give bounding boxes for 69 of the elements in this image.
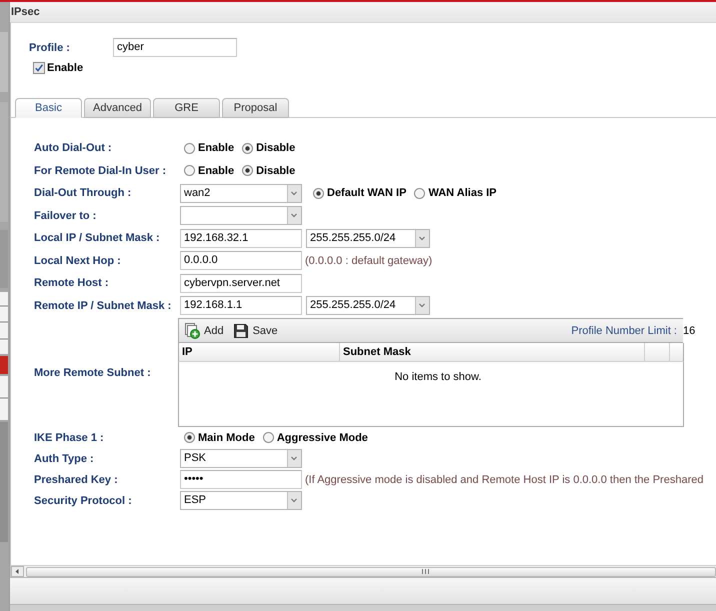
radio-button[interactable] — [184, 165, 195, 176]
horizontal-scrollbar[interactable] — [10, 565, 716, 577]
radio-button[interactable] — [184, 432, 195, 443]
field-label: IKE Phase 1 : — [34, 432, 105, 444]
limit-label: Profile Number Limit : — [571, 324, 677, 336]
caret-icon[interactable] — [287, 207, 301, 224]
tab[interactable]: Advanced — [84, 98, 151, 118]
radio-button[interactable] — [242, 142, 254, 154]
caret-icon[interactable] — [287, 450, 301, 467]
add-button[interactable]: Add — [184, 320, 224, 340]
radio-label[interactable]: Enable — [198, 142, 234, 154]
caret-icon[interactable] — [287, 184, 301, 202]
field-label: Remote IP / Subnet Mask : — [34, 300, 172, 312]
window-title: IPsec — [11, 6, 40, 18]
dropdown[interactable]: wan2 — [180, 184, 302, 203]
dropdown[interactable]: 255.255.255.0/24 — [306, 228, 430, 248]
radio-label[interactable]: Enable — [198, 164, 234, 177]
save-button[interactable]: Save — [232, 320, 278, 340]
dropdown[interactable] — [180, 206, 302, 226]
radio-label[interactable]: Aggressive Mode — [276, 432, 368, 444]
radio-label[interactable]: Disable — [256, 164, 296, 177]
radio-button[interactable] — [313, 188, 324, 199]
empty-message: No items to show. — [394, 371, 482, 383]
caret-icon[interactable] — [415, 297, 429, 314]
text-field[interactable]: 192.168.32.1 — [180, 228, 302, 248]
text-field[interactable]: 0.0.0.0 — [180, 251, 302, 270]
field-label: More Remote Subnet : — [34, 366, 152, 378]
text-field[interactable]: 192.168.1.1 — [180, 296, 302, 316]
password-field[interactable]: ••••• — [180, 470, 302, 489]
field-label: Security Protocol : — [34, 494, 133, 506]
field-label: Preshared Key : — [34, 474, 119, 486]
scrollbar-thumb[interactable] — [26, 566, 716, 576]
profile-label: Profile : — [29, 42, 71, 54]
radio-button[interactable] — [184, 142, 195, 154]
dropdown[interactable]: ESP — [180, 491, 302, 510]
add-icon[interactable] — [184, 322, 200, 338]
radio-label[interactable]: WAN Alias IP — [428, 187, 497, 200]
field-label: Local Next Hop : — [34, 254, 122, 267]
radio-label[interactable]: Main Mode — [198, 432, 255, 444]
hint-text: (0.0.0.0 : default gateway) — [305, 254, 432, 267]
field-label: Auto Dial-Out : — [34, 142, 113, 154]
checkbox-label[interactable]: Enable — [47, 62, 84, 74]
dropdown[interactable]: PSK — [180, 449, 302, 468]
dropdown[interactable]: 255.255.255.0/24 — [306, 296, 430, 316]
checkbox[interactable] — [33, 62, 45, 74]
column-header: Subnet Mask — [340, 343, 645, 361]
text-field[interactable]: cybervpn.server.net — [180, 274, 302, 293]
save-icon[interactable] — [232, 322, 249, 338]
caret-icon[interactable] — [287, 492, 301, 509]
radio-button[interactable] — [414, 188, 426, 199]
column-header: IP — [179, 343, 340, 361]
tab[interactable]: Basic — [15, 98, 82, 118]
field-label: Remote Host : — [34, 277, 110, 290]
radio-label[interactable]: Default WAN IP — [327, 187, 406, 200]
radio-button[interactable] — [262, 432, 274, 443]
tab[interactable]: Proposal — [222, 98, 289, 118]
field-label: Local IP / Subnet Mask : — [34, 232, 161, 244]
grip-icon — [422, 569, 428, 574]
field-label: For Remote Dial-In User : — [34, 164, 168, 177]
field-label: Auth Type : — [34, 452, 95, 464]
tab[interactable]: GRE — [153, 98, 220, 118]
caret-icon[interactable] — [415, 230, 429, 247]
radio-button[interactable] — [242, 165, 254, 176]
profile-input[interactable]: cyber — [113, 38, 237, 57]
field-label: Failover to : — [34, 210, 98, 222]
radio-label[interactable]: Disable — [256, 142, 296, 154]
field-label: Dial-Out Through : — [34, 187, 132, 200]
hint-text: (If Aggressive mode is disabled and Remote Host IP is 0.0.0.0 then the Preshared — [305, 474, 704, 486]
limit-value: 16 — [683, 324, 695, 336]
